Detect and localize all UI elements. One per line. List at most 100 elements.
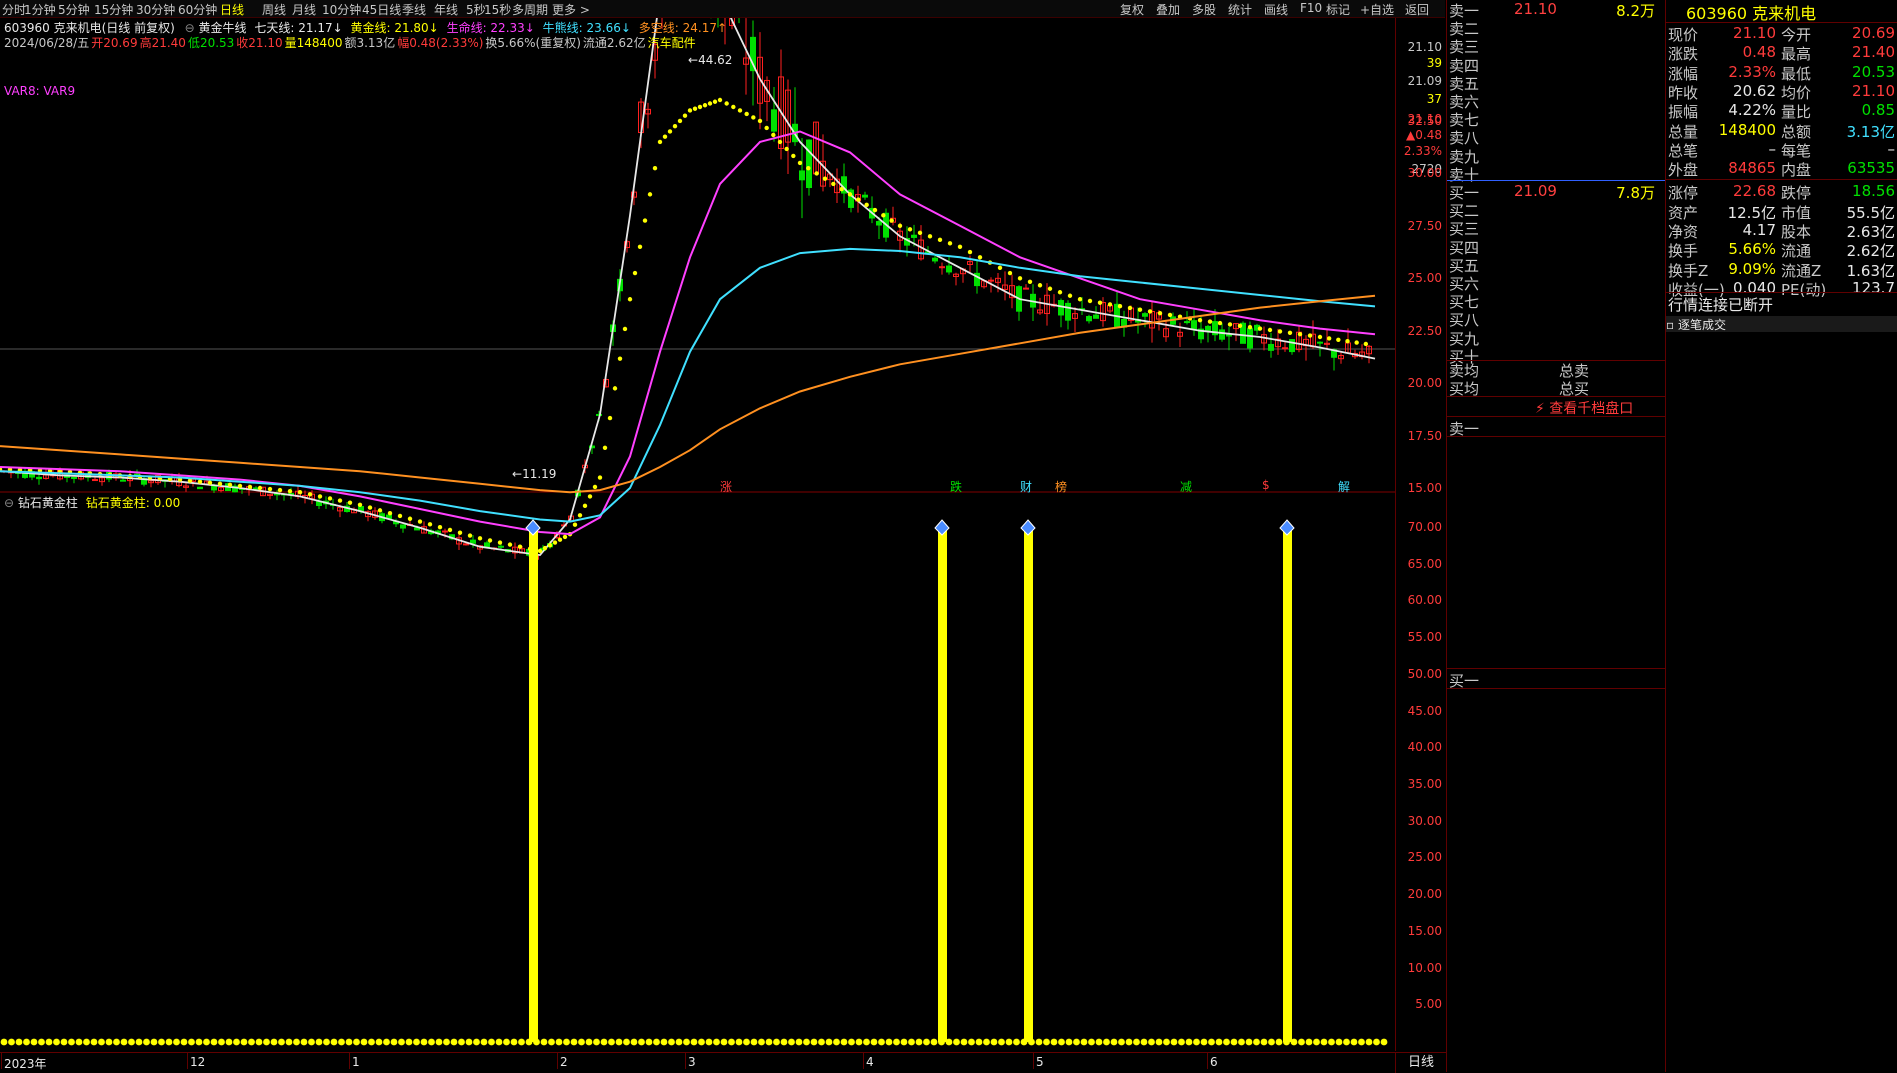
ask-row[interactable]: 卖四	[1449, 55, 1663, 75]
period-tab[interactable]: 日线	[220, 1, 244, 18]
ask-row[interactable]: 卖九	[1449, 146, 1663, 166]
bid-row[interactable]: 买四	[1449, 237, 1663, 257]
golden-dot	[1117, 304, 1123, 309]
golden-dot	[1326, 336, 1332, 341]
baseline-dot	[210, 1038, 218, 1046]
tool-button[interactable]: F10	[1300, 1, 1322, 15]
ask-row[interactable]: 卖七	[1449, 109, 1663, 129]
tool-button[interactable]: 多股	[1192, 1, 1216, 18]
event-marker[interactable]: $	[1262, 478, 1270, 492]
bid-row[interactable]: 买三	[1449, 218, 1663, 238]
golden-dot	[672, 124, 678, 129]
period-tab[interactable]: 季线	[402, 1, 426, 18]
thousand-level-button[interactable]: ⚡ 查看千档盘口	[1535, 398, 1633, 418]
tool-button[interactable]: 叠加	[1156, 1, 1180, 18]
tick-trades-tab[interactable]: ▫ 逐笔成交	[1666, 316, 1897, 332]
period-tab[interactable]: 月线	[292, 1, 316, 18]
quote-value: 0.85	[1861, 101, 1895, 120]
period-tab[interactable]: 5分钟	[58, 1, 90, 18]
candle-body	[1093, 314, 1099, 319]
ask-row[interactable]: 卖八	[1449, 127, 1663, 147]
baseline-dot	[1283, 1038, 1290, 1046]
baseline-dot	[638, 1038, 645, 1046]
candle-body	[799, 170, 805, 181]
golden-dot	[427, 522, 433, 527]
golden-dot	[1336, 337, 1341, 342]
baseline-dot	[885, 1038, 893, 1046]
bid-row[interactable]: 买二	[1449, 200, 1663, 220]
period-tab[interactable]: 45日线	[362, 1, 401, 18]
baseline-dot	[1005, 1038, 1013, 1046]
baseline-dot	[825, 1038, 833, 1046]
gold-bar	[1283, 528, 1292, 1042]
baseline-dot	[240, 1038, 248, 1046]
baseline-dot	[1268, 1038, 1275, 1046]
baseline-dot	[1103, 1038, 1110, 1046]
ask-row[interactable]: 卖三	[1449, 36, 1663, 56]
period-tab[interactable]: 年线	[434, 1, 458, 18]
lower-tick: 5.00	[1415, 997, 1442, 1012]
quote-value: –	[1887, 139, 1896, 158]
bid-row[interactable]: 买六	[1449, 273, 1663, 293]
event-marker[interactable]: 财	[1020, 478, 1032, 495]
indicator-toggle-icon[interactable]: ⊖	[185, 21, 195, 35]
tool-button[interactable]: 返回	[1405, 1, 1429, 18]
baseline-dot	[1050, 1038, 1058, 1046]
period-tab[interactable]: 10分钟	[322, 1, 361, 18]
baseline-dot	[428, 1038, 435, 1046]
bid-row[interactable]: 买一 21.09 7.8万	[1449, 182, 1663, 202]
ask-row[interactable]: 卖六	[1449, 91, 1663, 111]
bid-row[interactable]: 买五	[1449, 255, 1663, 275]
period-tab[interactable]: 分时	[2, 1, 26, 18]
baseline-dot	[1238, 1038, 1245, 1046]
tool-button[interactable]: 复权	[1120, 1, 1144, 18]
period-footer[interactable]: 日线	[1395, 1052, 1446, 1073]
kline-chart[interactable]	[0, 18, 1395, 1072]
period-tab[interactable]: 周线	[262, 1, 286, 18]
golden-dot	[497, 540, 503, 545]
event-marker[interactable]: 解	[1338, 478, 1350, 495]
period-tab[interactable]: 15秒	[484, 1, 511, 18]
baseline-dot	[510, 1038, 518, 1046]
golden-dot	[627, 297, 633, 302]
bid-row[interactable]: 买八	[1449, 309, 1663, 329]
date-label: 1	[352, 1055, 360, 1069]
candle-body	[1065, 302, 1071, 321]
golden-dot	[847, 192, 853, 197]
tool-button[interactable]: +自选	[1360, 1, 1394, 18]
event-marker[interactable]: 跌	[950, 478, 962, 495]
ask-row[interactable]: 卖一 21.10 8.2万	[1449, 0, 1663, 20]
baseline-dot	[915, 1038, 923, 1046]
period-tab[interactable]: 15分钟	[94, 1, 133, 18]
var-label: VAR8: VAR9	[4, 84, 76, 98]
period-tab[interactable]: 多周期	[512, 1, 548, 18]
quote-value: 2.63亿	[1846, 223, 1895, 241]
bid-row[interactable]: 买十	[1449, 346, 1663, 366]
panel-toggle-icon[interactable]: ⊖	[4, 496, 14, 510]
event-marker[interactable]: 榜	[1055, 478, 1067, 495]
quote-divider	[1666, 179, 1897, 181]
tool-button[interactable]: 标记	[1326, 1, 1350, 18]
period-tab[interactable]: 更多 >	[552, 1, 590, 18]
lower-tick: 20.00	[1407, 887, 1442, 902]
ask-row[interactable]: 卖二	[1449, 18, 1663, 38]
ask-row[interactable]: 卖五	[1449, 73, 1663, 93]
event-marker[interactable]: 减	[1180, 478, 1192, 495]
golden-dot	[1363, 341, 1369, 347]
period-tab[interactable]: 30分钟	[136, 1, 175, 18]
period-tab[interactable]: 60分钟	[178, 1, 217, 18]
tool-button[interactable]: 画线	[1264, 1, 1288, 18]
indicator-name: 黄金牛线	[198, 21, 247, 35]
baseline-dot	[570, 1038, 578, 1046]
baseline-dot	[263, 1038, 270, 1046]
baseline-dot	[698, 1038, 705, 1046]
date-tick	[557, 1053, 558, 1069]
period-tab[interactable]: 5秒	[466, 1, 486, 18]
golden-dot	[507, 542, 513, 547]
baseline-dot	[0, 1038, 8, 1046]
bid-row[interactable]: 买七	[1449, 291, 1663, 311]
tool-button[interactable]: 统计	[1228, 1, 1252, 18]
period-tab[interactable]: 1分钟	[24, 1, 56, 18]
event-marker[interactable]: 涨	[720, 478, 732, 495]
bid-row[interactable]: 买九	[1449, 328, 1663, 348]
